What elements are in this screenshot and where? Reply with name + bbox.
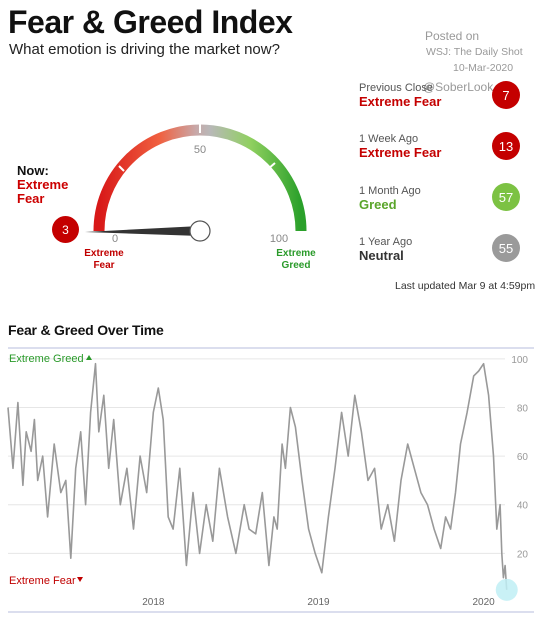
latest-point-highlight — [495, 578, 518, 601]
series-line — [7, 362, 508, 590]
now-score-badge: 3 — [52, 216, 79, 243]
page-subtitle: What emotion is driving the market now? — [9, 41, 280, 58]
date-label: 10-Mar-2020 — [453, 62, 514, 74]
gauge-left-caption: Extreme Fear — [84, 248, 124, 271]
chart-y-axis: 20 40 60 80 100 — [511, 355, 528, 561]
now-value: Extreme Fear — [17, 177, 69, 206]
chart-series — [7, 362, 518, 601]
gauge-right-caption: Extreme Greed — [276, 248, 316, 271]
page-title: Fear & Greed Index — [8, 4, 293, 40]
history-label-1-year-ago: 1 Year Ago — [359, 236, 413, 248]
down-triangle-icon — [77, 577, 83, 582]
chart-title: Fear & Greed Over Time — [8, 322, 164, 338]
x-tick-label: 2019 — [307, 597, 330, 608]
y-tick-label: 80 — [517, 403, 529, 414]
y-tick-label: 20 — [517, 549, 529, 560]
history-badge-1-month-ago: 57 — [492, 183, 520, 211]
y-tick-label: 100 — [511, 355, 528, 366]
extreme-fear-annotation: Extreme Fear — [9, 575, 76, 587]
history-value-1-week-ago: Extreme Fear — [359, 145, 442, 160]
handle-label: @SoberLook — [423, 80, 494, 94]
history-badge-1-week-ago: 13 — [492, 132, 520, 160]
history-value-1-year-ago: Neutral — [359, 248, 404, 263]
history-label-previous-close: Previous Close — [359, 82, 433, 94]
history-label-1-month-ago: 1 Month Ago — [359, 185, 421, 197]
history-value-1-month-ago: Greed — [359, 197, 397, 212]
y-tick-label: 40 — [517, 501, 529, 512]
history-badge-previous-close: 7 — [492, 81, 520, 109]
source-label: WSJ: The Daily Shot — [426, 46, 523, 58]
gauge-pivot — [189, 220, 211, 242]
gauge-mid-label: 50 — [194, 144, 206, 156]
fear-greed-over-time-chart: 20 40 60 80 100 2018 2019 2020 Extreme Greed E… — [7, 347, 534, 613]
history-badge-1-year-ago: 55 — [492, 234, 520, 262]
up-triangle-icon — [86, 355, 92, 360]
x-tick-label: 2020 — [472, 597, 495, 608]
extreme-greed-annotation: Extreme Greed — [9, 353, 84, 365]
chart-x-axis: 2018 2019 2020 — [142, 597, 495, 608]
history-value-previous-close: Extreme Fear — [359, 94, 442, 109]
x-tick-label: 2018 — [142, 597, 165, 608]
gauge-max-label: 100 — [270, 233, 288, 245]
posted-on-label: Posted on — [425, 29, 480, 43]
y-tick-label: 60 — [517, 452, 529, 463]
now-label: Now: — [17, 163, 49, 178]
last-updated-text: Last updated Mar 9 at 4:59pm — [395, 280, 536, 292]
gauge-min-label: 0 — [112, 233, 118, 245]
history-label-1-week-ago: 1 Week Ago — [359, 133, 419, 145]
